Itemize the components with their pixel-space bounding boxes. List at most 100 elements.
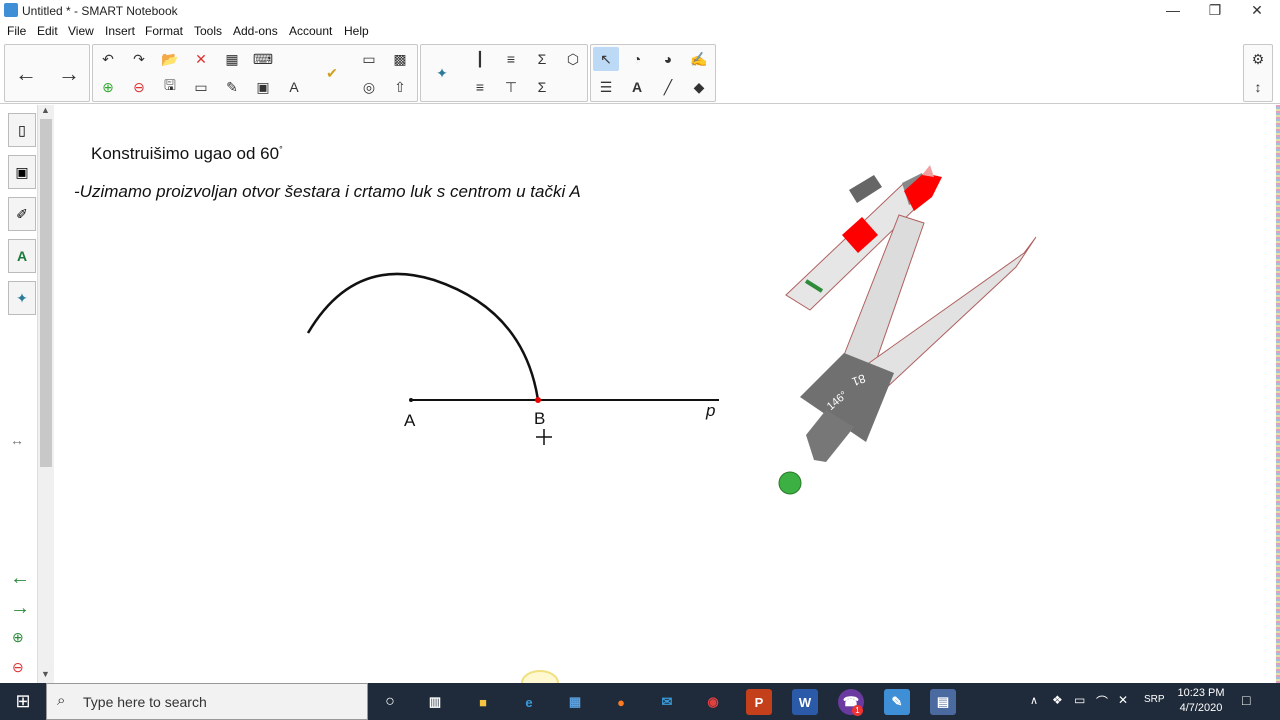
restore-button[interactable]: ❐ [1194,0,1236,22]
sum-tool-icon[interactable]: Σ [529,75,555,99]
page-sorter-tab-icon[interactable]: ▯ [8,113,36,147]
app-taskbar-icon[interactable]: ▤ [930,689,956,715]
menu-account[interactable]: Account [289,24,332,38]
point-b-label[interactable]: B [534,409,545,429]
align-top-icon[interactable]: ⊤ [498,75,524,99]
start-windows-icon[interactable]: ⊞ [0,683,46,720]
delete-page-icon[interactable]: ⊖ [126,75,152,99]
menu-file[interactable]: File [7,24,26,38]
add-page-icon[interactable]: ⊕ [95,75,121,99]
sum-icon[interactable]: Σ [529,47,555,71]
point-a-dot [409,398,413,402]
volume-muted-icon[interactable]: ✕ [1118,693,1128,707]
toolbar-nav-group: ← → [4,44,90,102]
whiteboard-canvas[interactable]: Konstruišimo ugao od 60° -Uzimamo proizv… [54,105,1276,683]
toolbar-settings-group: ⚙ ↕ [1243,44,1273,102]
menu-edit[interactable]: Edit [37,24,58,38]
table-icon[interactable]: ▦ [219,47,245,71]
title-bar: Untitled * - SMART Notebook — ❐ ✕ [0,0,1280,22]
file-explorer-icon[interactable]: ■ [470,689,496,715]
move-toolbar-icon[interactable]: ↕ [1245,75,1271,99]
powerpoint-icon[interactable]: P [746,689,772,715]
dropbox-icon[interactable]: ❖ [1052,693,1063,707]
scroll-up-icon[interactable]: ▲ [41,105,50,115]
properties-tab-icon[interactable]: A [8,239,36,273]
sidebar-delete-page-icon[interactable]: ⊖ [12,659,24,676]
sidebar-add-page-icon[interactable]: ⊕ [12,629,24,646]
scroll-thumb[interactable] [40,119,52,467]
graph-icon[interactable]: ┃ [467,47,493,71]
store-icon[interactable]: ▦ [562,689,588,715]
keyboard-icon[interactable]: ⌨ [250,47,276,71]
share-icon[interactable]: ⇧ [387,75,413,99]
windows-taskbar: ⊞ ⌕ Type here to search ○ ▥ ■ e ▦ ● ✉ ◉ … [0,683,1280,720]
word-icon[interactable]: W [792,689,818,715]
cortana-icon[interactable]: ○ [377,689,403,715]
shape-recognition-icon[interactable]: ◔ [624,47,650,71]
sidebar-prev-page-icon[interactable]: ← [10,567,30,590]
menu-tools[interactable]: Tools [194,24,222,38]
firefox-icon[interactable]: ● [608,689,634,715]
menu-insert[interactable]: Insert [105,24,135,38]
activity-builder-icon[interactable]: ✔ [319,61,345,85]
close-button[interactable]: ✕ [1236,0,1278,22]
attachments-tab-icon[interactable]: ✐ [8,197,36,231]
eraser-icon[interactable]: ◆ [686,75,712,99]
delete-icon[interactable]: ✕ [188,47,214,71]
taskbar-search-box[interactable]: ⌕ Type here to search [46,683,368,720]
notifications-icon[interactable]: □ [1242,692,1250,708]
gallery-tab-icon[interactable]: ▣ [8,155,36,189]
sidebar-next-page-icon[interactable]: → [10,597,30,620]
settings-gear-icon[interactable]: ⚙ [1245,47,1271,71]
minimize-button[interactable]: — [1152,0,1194,22]
battery-icon[interactable]: ▭ [1074,693,1085,707]
text-tool-icon[interactable]: A [624,75,650,99]
smart-notebook-icon [4,3,18,17]
task-view-icon[interactable]: ▥ [422,689,448,715]
redo-icon[interactable]: ↷ [126,47,152,71]
add-ons-puzzle-icon[interactable]: ✦ [429,61,455,85]
add-ons-tab-icon[interactable]: ✦ [8,281,36,315]
language-indicator[interactable]: SRP [1144,694,1165,705]
mail-icon[interactable]: ✉ [654,689,680,715]
smart-notebook-taskbar-icon[interactable]: ✎ [884,689,910,715]
compass-tool[interactable] [778,165,1037,495]
image-fit-icon[interactable]: ▣ [250,75,276,99]
capture-icon[interactable]: ◎ [356,75,382,99]
line-p-label[interactable]: p [706,401,715,421]
menu-addons[interactable]: Add-ons [233,24,278,38]
point-a-label[interactable]: A [404,411,415,431]
pen-icon[interactable]: ✍ [686,47,712,71]
save-icon[interactable]: 🖫 [157,75,183,99]
compass-rotate-pin[interactable] [778,471,802,495]
previous-page-icon[interactable]: ← [13,61,39,86]
select-pointer-icon[interactable]: ↖ [593,47,619,71]
fill-icon[interactable]: ◕ [655,47,681,71]
resize-sidebar-icon[interactable]: ↔ [10,432,24,448]
shapes-icon[interactable]: ⬡ [560,47,586,71]
document-camera-icon[interactable]: ▩ [387,47,413,71]
menu-view[interactable]: View [68,24,94,38]
chrome-icon[interactable]: ◉ [700,689,726,715]
screen-shade-icon[interactable]: ▭ [188,75,214,99]
menu-format[interactable]: Format [145,24,183,38]
arc-curve[interactable] [306,272,540,401]
camera-icon[interactable]: ▭ [356,47,382,71]
vertical-scrollbar[interactable]: ▲ ▼ [38,105,54,683]
undo-icon[interactable]: ↶ [95,47,121,71]
line-tool-icon[interactable]: ╱ [655,75,681,99]
canvas-right-edge [1276,105,1280,683]
menu-help[interactable]: Help [344,24,369,38]
edge-browser-icon[interactable]: e [516,689,542,715]
next-page-icon[interactable]: → [56,61,82,86]
scroll-down-icon[interactable]: ▼ [41,669,50,679]
wifi-icon[interactable]: ⌒ [1096,693,1108,710]
align-right-icon[interactable]: ≡ [498,47,524,71]
taskbar-clock[interactable]: 10:23 PM 4/7/2020 [1166,686,1236,716]
align-left-icon[interactable]: ≡ [467,75,493,99]
text-style-icon[interactable]: A [281,75,307,99]
show-hidden-icons-icon[interactable]: ∧ [1030,694,1038,707]
open-file-icon[interactable]: 📂 [157,47,183,71]
pen-page-icon[interactable]: ✎ [219,75,245,99]
properties-icon[interactable]: ☰ [593,75,619,99]
